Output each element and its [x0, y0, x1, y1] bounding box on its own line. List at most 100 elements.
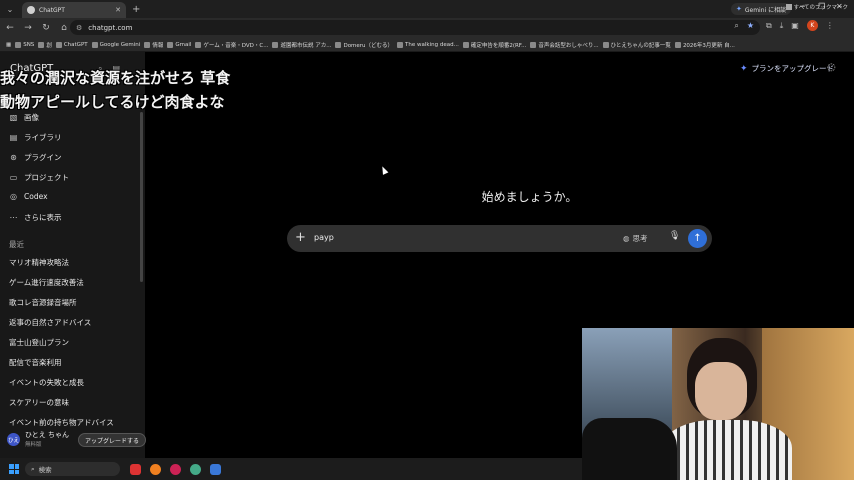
bookmark-item[interactable]: ゲーム・音楽・DVD・C...	[195, 41, 268, 49]
upgrade-button[interactable]: アップグレードする	[78, 433, 147, 447]
bookmark-item[interactable]: 創	[38, 41, 52, 49]
app-icon[interactable]	[130, 463, 141, 475]
user-plan: 無料版	[25, 442, 42, 448]
download-icon[interactable]: ⤓	[780, 21, 784, 31]
sidebar-item[interactable]: ⊛ プラグイン	[9, 152, 62, 163]
bookmark-item[interactable]: ChatGPT	[55, 41, 88, 48]
prompt-input[interactable]: payp	[314, 233, 334, 242]
send-button[interactable]: ↑	[688, 229, 707, 248]
app-icon[interactable]	[150, 463, 161, 475]
chat-history-item[interactable]: スケアリーの意味	[9, 397, 69, 408]
all-bookmarks-link[interactable]: すべてのブックマーク	[785, 3, 848, 11]
upgrade-plan-label: プランをアップグレード	[751, 64, 835, 73]
think-toggle[interactable]: ◍ 思考	[623, 233, 648, 244]
tab-title: ChatGPT	[39, 6, 65, 14]
zoom-icon[interactable]: ⌕	[734, 21, 738, 31]
chat-history-item[interactable]: マリオ精神攻略法	[9, 257, 69, 268]
bookmark-label: 遊園都市伝説 アカ...	[280, 42, 332, 49]
windows-taskbar: ⌕ 検索	[0, 458, 582, 480]
site-info-icon[interactable]: ⚙	[76, 24, 82, 32]
bookmark-label: 確定申告を順番2(RF...	[470, 42, 527, 49]
sidebar-item[interactable]: ▭ プロジェクト	[9, 172, 69, 183]
bookmark-icon	[15, 41, 22, 48]
bookmark-item[interactable]: 情報	[144, 41, 163, 49]
browser-tab[interactable]: ChatGPT ✕	[22, 2, 126, 18]
image-icon: ▧	[9, 113, 18, 122]
bookmark-item[interactable]: Gmail	[167, 41, 191, 48]
prompt-composer[interactable]: + payp ◍ 思考 🎙 ↑	[287, 225, 712, 252]
avatar: ひえ	[7, 433, 20, 446]
folder-icon	[785, 4, 792, 10]
bookmark-item[interactable]: ひとえちゃんの記事一覧	[602, 41, 671, 49]
chat-history-item[interactable]: ゲーム進行速度改善法	[9, 277, 84, 288]
forward-icon[interactable]: →	[20, 20, 36, 36]
bookmark-label: 情報	[152, 42, 164, 49]
chat-history-item[interactable]: 富士山登山プラン	[9, 337, 69, 348]
chat-history-item[interactable]: イベントの失敗と成長	[9, 377, 84, 388]
taskbar-search[interactable]: ⌕ 検索	[25, 462, 120, 476]
taskbar-search-label: 検索	[38, 466, 52, 474]
bookmarks-bar: ▦ SNS 創 ChatGPT Google Gemini 情報 Gmail ゲーム・音楽・D…	[0, 38, 854, 52]
menu-dots-icon[interactable]: ⋮	[826, 21, 834, 30]
lightbulb-icon: ◍	[623, 234, 630, 243]
bookmark-icon	[335, 41, 342, 48]
bookmark-icon	[674, 41, 681, 48]
webcam-microphone	[582, 418, 677, 480]
webcam-person-face	[695, 362, 747, 420]
sidebar-item-label: さらに表示	[24, 213, 62, 222]
webcam-overlay	[582, 328, 854, 480]
chat-history-item[interactable]: 返事の自然さアドバイス	[9, 317, 91, 328]
new-tab-icon[interactable]: +	[132, 4, 140, 15]
bookmark-item[interactable]: 音声会話型おしゃべり...	[530, 41, 599, 49]
bookmark-label: ChatGPT	[63, 41, 88, 48]
chat-history-item[interactable]: 歌コレ音源録音場所	[9, 297, 77, 308]
bookmark-item[interactable]: Domeru（どむる）	[335, 41, 393, 49]
heading-text: 始めましょうか。	[481, 190, 578, 204]
profile-avatar[interactable]: K	[806, 20, 818, 31]
bookmark-icon	[167, 41, 174, 48]
bookmark-label: Domeru（どむる）	[343, 42, 394, 49]
bookmark-item[interactable]: SNS	[15, 41, 34, 48]
back-icon[interactable]: ←	[2, 20, 18, 36]
bookmark-item[interactable]: 確定申告を順番2(RF...	[462, 41, 527, 49]
gemini-sparkle-icon: ✦	[736, 5, 742, 13]
bookmark-label: Google Gemini	[99, 41, 141, 48]
chat-history-item[interactable]: イベント前の持ち物アドバイス	[9, 417, 114, 428]
plugin-icon: ⊛	[10, 153, 17, 162]
user-profile[interactable]: ひえ ひとえ ちゃん 無料版	[7, 431, 69, 448]
reload-icon[interactable]: ↻	[38, 20, 54, 36]
sidebar-item-label: ライブラリ	[24, 133, 62, 142]
bookmark-item[interactable]: The walking dead...	[397, 41, 459, 48]
bookmark-label: 創	[46, 42, 52, 49]
bookmark-item[interactable]: Google Gemini	[91, 41, 141, 48]
stream-caption: 我々の潤沢な資源を注がせろ 草食動物アピールしてるけど肉食よな	[0, 69, 231, 111]
sidebar-item[interactable]: ▤ ライブラリ	[9, 132, 62, 143]
windows-start-icon[interactable]	[9, 464, 19, 474]
bookmark-item[interactable]: 遊園都市伝説 アカ...	[272, 41, 331, 49]
microphone-icon[interactable]: 🎙	[669, 231, 680, 241]
gemini-button[interactable]: ✦ Gemini に相談	[731, 3, 792, 15]
add-attachment-icon[interactable]: +	[295, 230, 306, 245]
sidebar-item[interactable]: ⋯ さらに表示	[9, 212, 62, 223]
sidebar-item-label: プラグイン	[24, 153, 62, 162]
chat-history-item[interactable]: 配信で音楽利用	[9, 357, 62, 368]
bookmark-label: The walking dead...	[405, 41, 459, 48]
bookmark-icon	[397, 41, 404, 48]
media-icon[interactable]: ▣	[791, 21, 799, 30]
upgrade-plan-button[interactable]: ✦ プランをアップグレード	[740, 63, 834, 74]
chrome-icon[interactable]	[190, 463, 201, 475]
bookmark-item[interactable]: 2026年3月更新 自...	[674, 41, 735, 49]
gemini-label: Gemini に相談	[744, 6, 787, 14]
app-icon[interactable]	[170, 463, 181, 475]
bookmark-star-icon[interactable]: ★	[747, 21, 754, 31]
apps-grid-icon[interactable]: ▦	[6, 42, 11, 48]
tab-close-icon[interactable]: ✕	[115, 6, 121, 14]
address-bar[interactable]: ⚙ chatgpt.com ⌕ ★	[70, 20, 760, 35]
app-icon[interactable]	[210, 463, 221, 475]
recent-heading: 最近	[9, 240, 24, 249]
webcam-person-shirt	[662, 420, 792, 480]
extensions-icon[interactable]: ⧉	[766, 21, 772, 31]
url-text: chatgpt.com	[88, 23, 133, 32]
tab-search-icon[interactable]: ⌄	[2, 2, 18, 16]
temporary-chat-icon[interactable]: ◌	[827, 62, 836, 73]
